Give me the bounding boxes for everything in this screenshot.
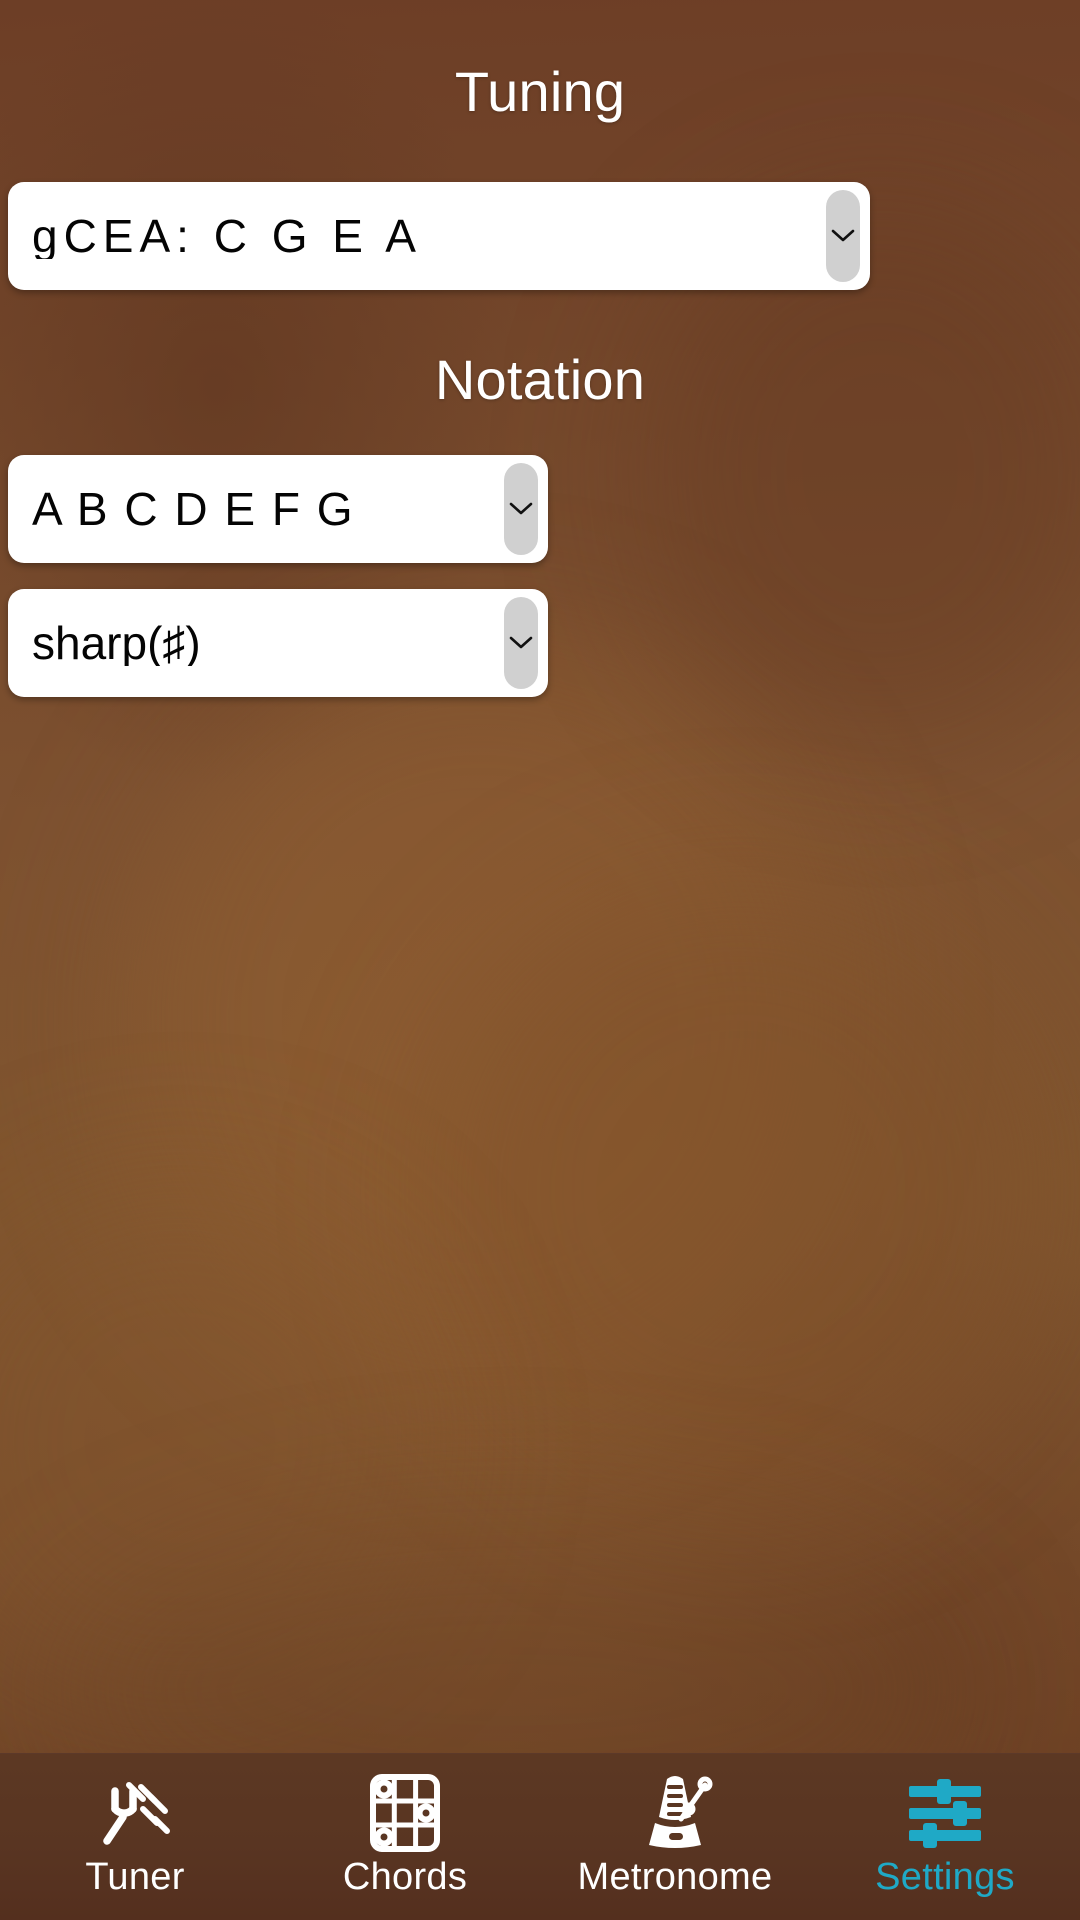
nav-item-tuner[interactable]: Tuner bbox=[0, 1770, 270, 1920]
notation-accidental-select-arrow[interactable] bbox=[504, 597, 538, 689]
notation-accidental-select-value: sharp(♯) bbox=[32, 620, 201, 666]
notation-accidental-select[interactable]: sharp(♯) bbox=[8, 589, 548, 697]
tuning-fork-icon bbox=[93, 1770, 177, 1856]
nav-label-tuner: Tuner bbox=[85, 1856, 185, 1898]
chevron-down-icon bbox=[509, 636, 533, 649]
nav-item-chords[interactable]: Chords bbox=[270, 1770, 540, 1920]
notation-section-title: Notation bbox=[434, 348, 646, 411]
chevron-down-icon bbox=[831, 229, 855, 242]
app-root: Tuning gCEA: C G E A Notation A B C D E … bbox=[0, 0, 1080, 1920]
notation-letters-select-arrow[interactable] bbox=[504, 463, 538, 555]
nav-label-settings: Settings bbox=[875, 1856, 1015, 1898]
tuning-select[interactable]: gCEA: C G E A bbox=[8, 182, 870, 290]
chord-grid-icon bbox=[365, 1770, 445, 1856]
tuning-select-value: gCEA: C G E A bbox=[32, 213, 422, 259]
tuning-section-title: Tuning bbox=[454, 60, 626, 123]
tuning-select-arrow[interactable] bbox=[826, 190, 860, 282]
metronome-icon bbox=[633, 1770, 717, 1856]
chevron-down-icon bbox=[509, 502, 533, 515]
nav-item-metronome[interactable]: Metronome bbox=[540, 1770, 810, 1920]
notation-letters-select[interactable]: A B C D E F G bbox=[8, 455, 548, 563]
nav-label-metronome: Metronome bbox=[577, 1856, 773, 1898]
bottom-navigation-bar: Tuner Chords Metronome Settings bbox=[0, 1753, 1080, 1920]
notation-letters-select-value: A B C D E F G bbox=[32, 486, 355, 532]
sliders-icon bbox=[903, 1770, 987, 1856]
nav-label-chords: Chords bbox=[342, 1856, 468, 1898]
nav-item-settings[interactable]: Settings bbox=[810, 1770, 1080, 1920]
settings-content: Tuning gCEA: C G E A Notation A B C D E … bbox=[0, 0, 1080, 1760]
